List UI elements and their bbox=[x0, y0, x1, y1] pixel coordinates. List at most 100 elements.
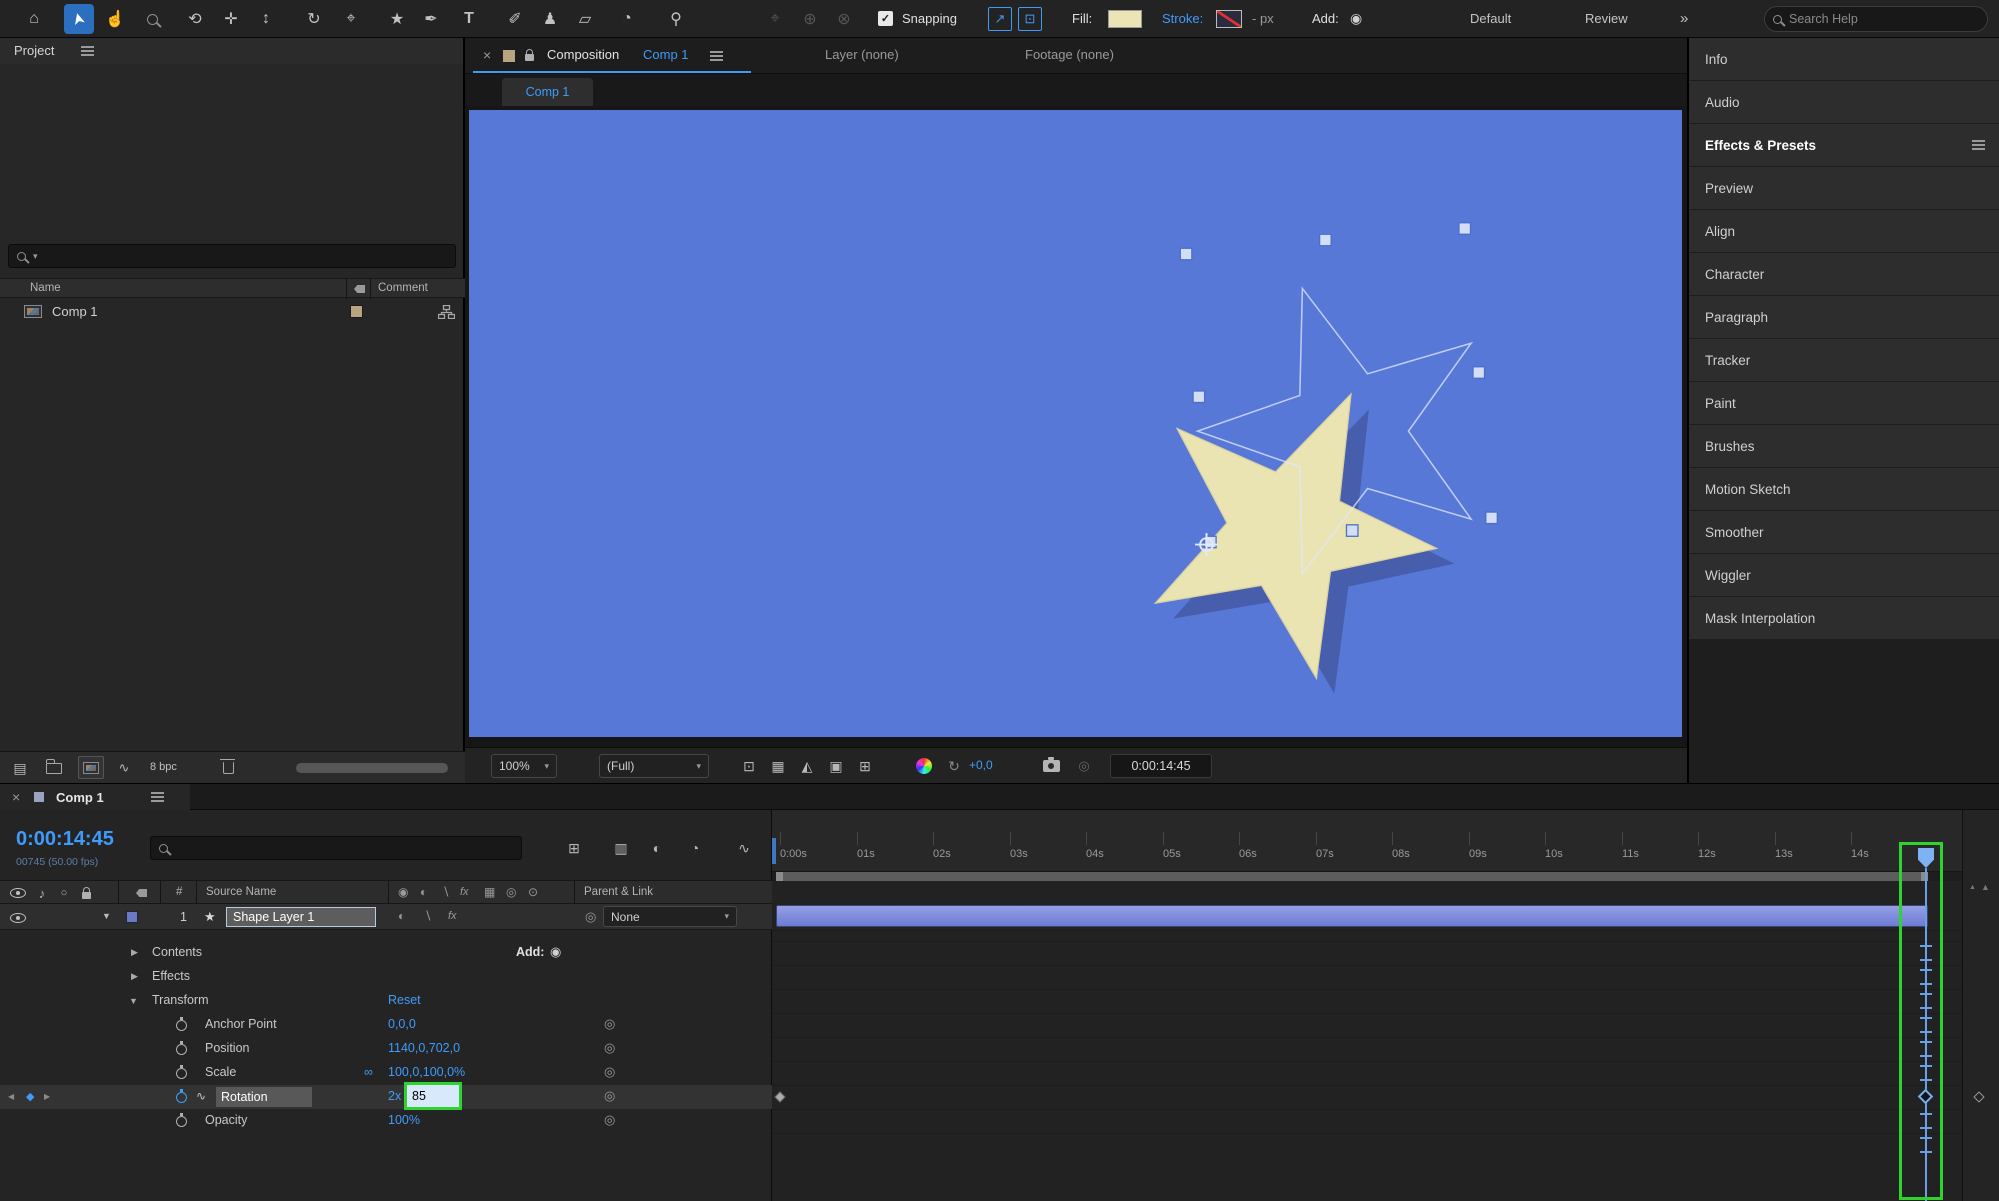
property-value[interactable]: 100,0,100,0% bbox=[388, 1065, 465, 1079]
stroke-label[interactable]: Stroke: bbox=[1162, 11, 1203, 26]
pan-behind-tool-icon[interactable]: ⌖ bbox=[336, 4, 366, 34]
close-icon[interactable]: × bbox=[483, 47, 491, 63]
pickwhip-icon[interactable]: ◎ bbox=[604, 1040, 615, 1056]
pan-camera-tool-icon[interactable]: ✛ bbox=[216, 4, 246, 34]
panel-tab-smoother[interactable]: Smoother bbox=[1689, 511, 1999, 553]
workspace-review[interactable]: Review bbox=[1585, 11, 1628, 26]
next-keyframe-icon[interactable]: ▶ bbox=[44, 1092, 50, 1101]
viewer-tab-footage[interactable]: Footage (none) bbox=[1025, 47, 1114, 62]
timeline-tab[interactable]: × Comp 1 bbox=[0, 784, 190, 810]
timeline-timecode[interactable]: 0:00:14:45 bbox=[16, 828, 114, 851]
project-search-input[interactable] bbox=[45, 249, 405, 264]
mask-visibility-icon[interactable]: ◭ bbox=[794, 754, 820, 778]
rotation-row[interactable]: ◀ ◆ ▶ ∿ Rotation 2x ◎ bbox=[0, 1085, 772, 1109]
panel-tab-mask-interpolation[interactable]: Mask Interpolation bbox=[1689, 597, 1999, 639]
exposure-offset-value[interactable]: +0,0 bbox=[969, 758, 993, 772]
panel-menu-icon[interactable] bbox=[150, 791, 164, 803]
panel-tab-preview[interactable]: Preview bbox=[1689, 167, 1999, 209]
previous-keyframe-icon[interactable]: ◀ bbox=[8, 1092, 14, 1101]
comp-flowchart-icon[interactable]: ⊞ bbox=[561, 836, 587, 860]
resolution-select[interactable]: (Full)▾ bbox=[599, 754, 709, 778]
stopwatch-icon[interactable] bbox=[176, 1113, 188, 1127]
pen-tool-icon[interactable]: ✒ bbox=[416, 4, 446, 34]
fast-preview-icon[interactable]: ⊡ bbox=[736, 754, 762, 778]
layer-row[interactable]: ▼ 1 ★ Shape Layer 1 ◐ ∖ fx ◎ None▾ bbox=[0, 904, 772, 930]
graph-editor-icon[interactable]: ∿ bbox=[731, 836, 757, 860]
region-of-interest-icon[interactable]: ▣ bbox=[823, 754, 849, 778]
stopwatch-icon[interactable] bbox=[176, 1065, 188, 1079]
puppet-pin-tool-icon[interactable]: ⚲ bbox=[661, 4, 691, 34]
effects-group-row[interactable]: ▶ Effects bbox=[0, 965, 772, 989]
rotation-tool-icon[interactable]: ↻ bbox=[299, 4, 329, 34]
viewer-tab-layer[interactable]: Layer (none) bbox=[825, 47, 899, 62]
layer-collapse-switch-icon[interactable]: ∖ bbox=[424, 909, 432, 923]
stopwatch-active-icon[interactable] bbox=[176, 1089, 188, 1103]
layer-color-swatch[interactable] bbox=[126, 911, 138, 923]
panel-tab-motion-sketch[interactable]: Motion Sketch bbox=[1689, 468, 1999, 510]
workspace-overflow[interactable]: » bbox=[1680, 10, 1688, 27]
fill-color-swatch[interactable] bbox=[1108, 10, 1142, 28]
waveform-icon[interactable]: ∿ bbox=[114, 758, 134, 778]
lock-icon[interactable] bbox=[525, 54, 534, 61]
layer-visibility-eye-icon[interactable] bbox=[8, 912, 28, 924]
pickwhip-icon[interactable]: ◎ bbox=[604, 1112, 615, 1128]
project-search[interactable]: ▾ bbox=[8, 244, 456, 268]
zoom-select[interactable]: 100%▾ bbox=[491, 754, 557, 778]
contents-label[interactable]: Contents bbox=[152, 945, 202, 959]
viewer-timecode-box[interactable]: 0:00:14:45 bbox=[1110, 754, 1212, 778]
chevron-right-icon[interactable]: ▶ bbox=[131, 971, 138, 982]
opacity-row[interactable]: Opacity 100% ◎ bbox=[0, 1109, 772, 1133]
shape-tool-icon[interactable]: ★ bbox=[382, 4, 412, 34]
property-value[interactable]: 0,0,0 bbox=[388, 1017, 416, 1031]
project-item-name[interactable]: Comp 1 bbox=[52, 304, 98, 319]
stroke-width-value[interactable]: - px bbox=[1252, 11, 1274, 26]
reset-exposure-icon[interactable]: ↻ bbox=[943, 754, 965, 778]
close-icon[interactable]: × bbox=[12, 789, 20, 805]
effects-label[interactable]: Effects bbox=[152, 969, 190, 983]
project-item-row[interactable]: Comp 1 bbox=[0, 299, 465, 325]
snapping-checkbox[interactable]: ✓ bbox=[878, 11, 893, 26]
clone-stamp-tool-icon[interactable]: ♟ bbox=[535, 4, 565, 34]
viewer-tab-composition[interactable]: Composition bbox=[547, 47, 619, 62]
parent-link-select[interactable]: None▾ bbox=[603, 906, 737, 927]
comp-subtab[interactable]: Comp 1 bbox=[502, 78, 593, 106]
trash-icon[interactable] bbox=[218, 758, 238, 778]
help-search[interactable] bbox=[1764, 6, 1988, 32]
bit-depth-button[interactable]: 8 bpc bbox=[150, 761, 177, 773]
flowchart-icon[interactable] bbox=[438, 305, 455, 319]
motion-blur-icon[interactable]: ◔ bbox=[682, 836, 708, 860]
panel-tab-paint[interactable]: Paint bbox=[1689, 382, 1999, 424]
chevron-down-icon[interactable]: ▼ bbox=[129, 996, 138, 1006]
rotation-value-input[interactable] bbox=[407, 1085, 459, 1107]
composition-canvas[interactable] bbox=[469, 110, 1682, 737]
frame-blending-icon[interactable]: ◐ bbox=[644, 836, 670, 860]
parent-pickwhip-icon[interactable]: ◎ bbox=[585, 909, 596, 925]
anchor-point-row[interactable]: Anchor Point 0,0,0 ◎ bbox=[0, 1013, 772, 1037]
rotation-revolutions[interactable]: 2x bbox=[388, 1089, 401, 1103]
panel-tab-brushes[interactable]: Brushes bbox=[1689, 425, 1999, 467]
eraser-tool-icon[interactable]: ▱ bbox=[570, 4, 600, 34]
snap-option-2-icon[interactable]: ⊡ bbox=[1018, 7, 1042, 31]
layer-fx-switch-icon[interactable]: fx bbox=[448, 910, 457, 922]
zoom-out-mountain-icon[interactable]: ▲ bbox=[1969, 884, 1976, 891]
layer-name-box[interactable]: Shape Layer 1 bbox=[226, 907, 376, 927]
hand-tool-icon[interactable]: ☝ bbox=[100, 4, 130, 34]
graph-toggle-icon[interactable]: ∿ bbox=[196, 1089, 206, 1103]
link-dimensions-icon[interactable]: ∞ bbox=[364, 1065, 373, 1079]
layer-expand-chevron-icon[interactable]: ▼ bbox=[102, 911, 111, 921]
panel-menu-icon[interactable] bbox=[80, 45, 94, 57]
transform-label[interactable]: Transform bbox=[152, 993, 209, 1007]
zoom-tool-icon[interactable] bbox=[137, 4, 167, 34]
add-button-icon[interactable]: ◉ bbox=[1350, 10, 1362, 27]
panel-tab-effects-presets[interactable]: Effects & Presets bbox=[1689, 124, 1999, 166]
add-keyframe-button[interactable] bbox=[1973, 1091, 1984, 1102]
panel-menu-icon[interactable] bbox=[1971, 139, 1985, 151]
panel-tab-audio[interactable]: Audio bbox=[1689, 81, 1999, 123]
pickwhip-icon[interactable]: ◎ bbox=[604, 1088, 615, 1104]
roto-brush-tool-icon[interactable]: ◔ bbox=[612, 4, 642, 34]
property-value[interactable]: 1140,0,702,0 bbox=[388, 1041, 460, 1055]
timeline-search[interactable] bbox=[150, 836, 522, 860]
stopwatch-icon[interactable] bbox=[176, 1017, 188, 1031]
panel-menu-icon[interactable] bbox=[709, 50, 723, 62]
selection-tool-icon[interactable]: ➤ bbox=[64, 4, 94, 34]
